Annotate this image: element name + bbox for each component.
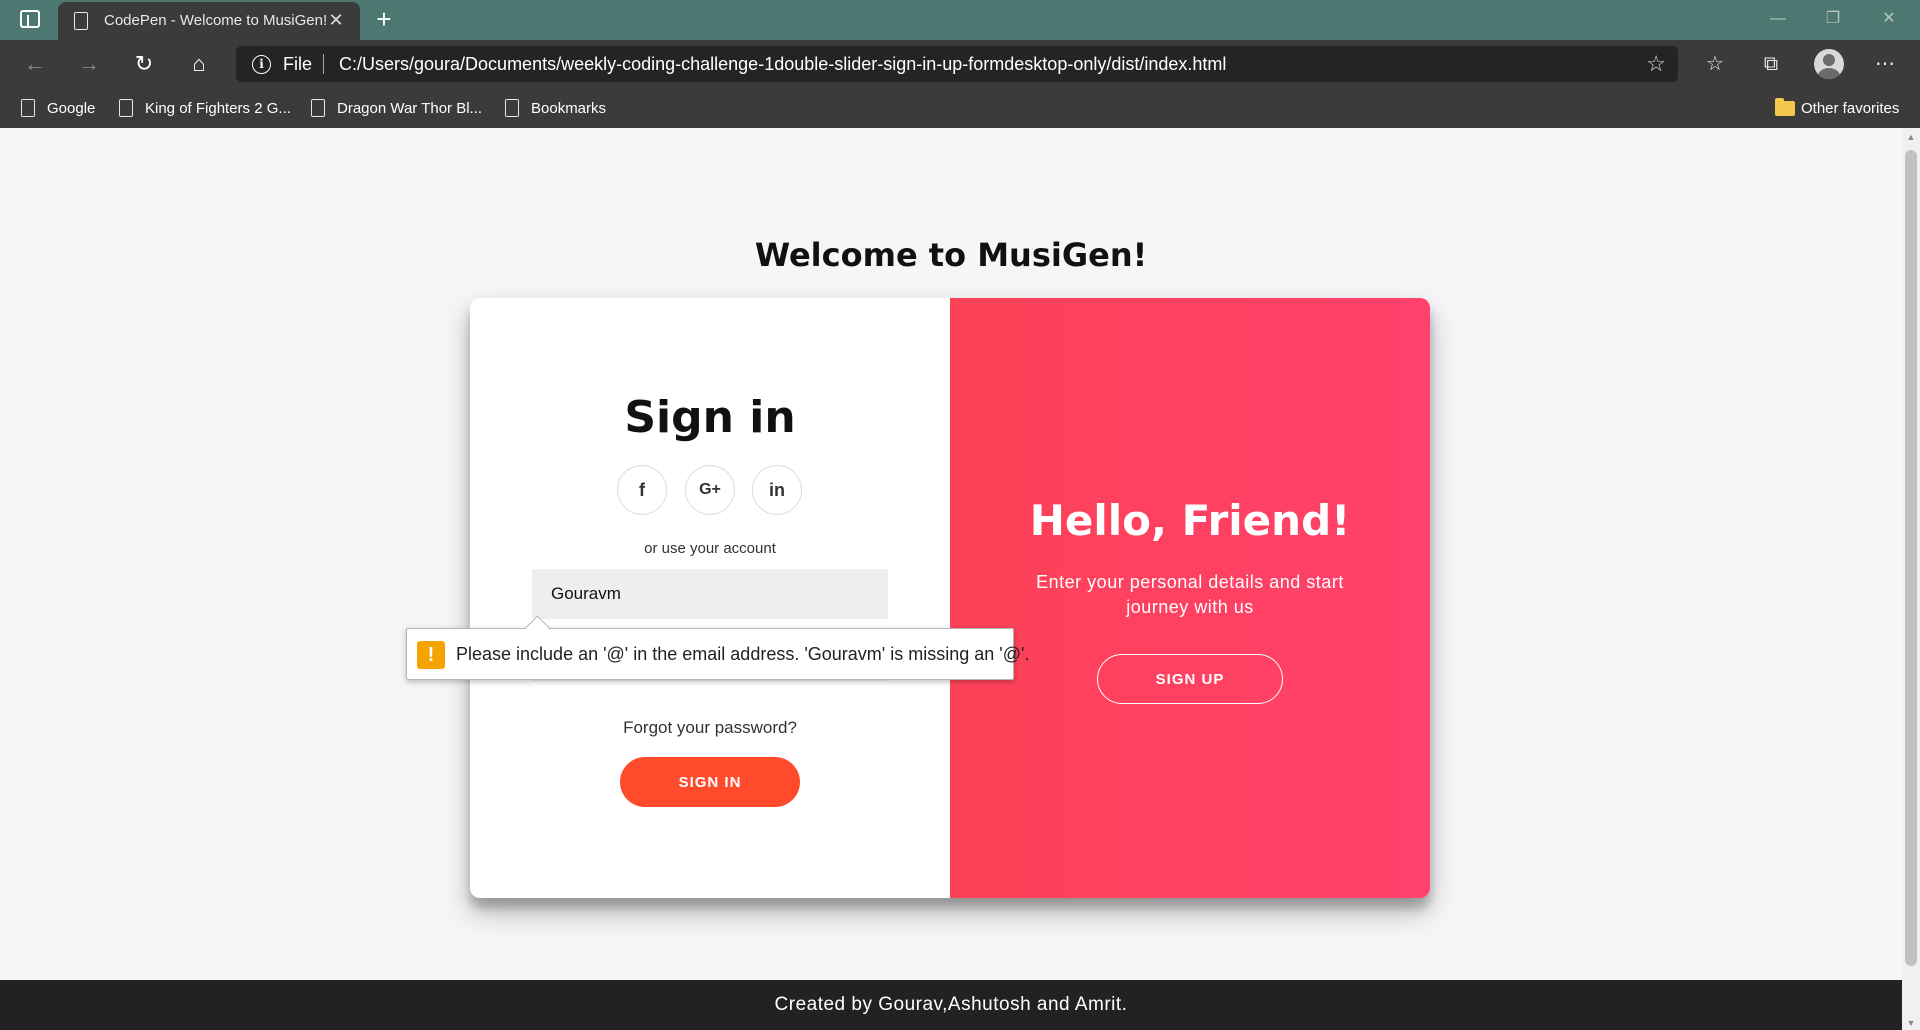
overlay-panel: Hello, Friend! Enter your personal detai… xyxy=(950,298,1430,898)
new-tab-button[interactable]: + xyxy=(370,6,398,34)
add-favorite-icon[interactable]: ☆ xyxy=(1646,51,1666,77)
scroll-up-icon[interactable]: ▲ xyxy=(1906,132,1916,142)
favorites-icon[interactable]: ☆ xyxy=(1700,49,1730,79)
linkedin-icon[interactable]: in xyxy=(752,465,802,515)
facebook-icon[interactable]: f xyxy=(617,465,667,515)
email-input[interactable] xyxy=(532,569,888,619)
address-bar[interactable]: i File C:/Users/goura/Documents/weekly-c… xyxy=(236,46,1678,82)
google-plus-icon[interactable]: G+ xyxy=(685,465,735,515)
more-menu-icon[interactable]: ⋯ xyxy=(1870,49,1900,79)
page-title: Welcome to MusiGen! xyxy=(754,236,1148,274)
sign-up-button[interactable]: SIGN UP xyxy=(1097,654,1283,704)
tab-title: CodePen - Welcome to MusiGen! xyxy=(104,12,328,29)
bookmark-label: Dragon War Thor Bl... xyxy=(337,100,483,117)
bookmark-label: King of Fighters 2 G... xyxy=(145,100,291,117)
address-separator xyxy=(323,54,324,74)
scroll-down-icon[interactable]: ▼ xyxy=(1906,1018,1916,1028)
browser-tab[interactable]: CodePen - Welcome to MusiGen! ✕ xyxy=(58,2,360,40)
collections-icon[interactable]: ⧉ xyxy=(1756,49,1786,79)
tab-bar: CodePen - Welcome to MusiGen! ✕ + — ❐ ✕ xyxy=(0,0,1920,40)
validation-message: Please include an '@' in the email addre… xyxy=(456,644,1030,664)
page-icon xyxy=(311,99,325,117)
page-icon xyxy=(74,12,88,30)
page-icon xyxy=(21,99,35,117)
home-icon[interactable]: ⌂ xyxy=(184,49,214,79)
forgot-password-link[interactable]: Forgot your password? xyxy=(470,718,950,738)
close-window-button[interactable]: ✕ xyxy=(1874,6,1904,32)
footer: Created by Gourav,Ashutosh and Amrit. xyxy=(0,980,1902,1030)
browser-toolbar: ← → ↻ ⌂ i File C:/Users/goura/Documents/… xyxy=(0,40,1920,88)
page-icon xyxy=(119,99,133,117)
bookmark-label: Google xyxy=(47,100,96,117)
signin-panel: Sign in f G+ in or use your account Forg… xyxy=(470,298,950,898)
forward-arrow-icon[interactable]: → xyxy=(74,49,104,79)
sign-in-button[interactable]: SIGN IN xyxy=(620,757,800,807)
refresh-icon[interactable]: ↻ xyxy=(129,49,159,79)
folder-icon xyxy=(1775,98,1795,116)
page-content: Welcome to MusiGen! Sign in f G+ in or u… xyxy=(0,128,1902,1030)
address-scheme: File xyxy=(283,54,313,74)
tab-actions-icon[interactable] xyxy=(20,10,40,28)
overlay-title: Hello, Friend! xyxy=(1029,496,1351,545)
auth-card: Sign in f G+ in or use your account Forg… xyxy=(470,298,1430,898)
warning-icon: ! xyxy=(417,641,445,669)
back-arrow-icon[interactable]: ← xyxy=(20,49,50,79)
restore-button[interactable]: ❐ xyxy=(1818,6,1848,32)
bookmark-label: Bookmarks xyxy=(531,100,607,117)
page-icon xyxy=(505,99,519,117)
address-url[interactable]: C:/Users/goura/Documents/weekly-coding-c… xyxy=(339,54,1226,75)
bookmarks-bar: Google King of Fighters 2 G... Dragon Wa… xyxy=(0,88,1920,128)
vertical-scrollbar[interactable]: ▲ ▼ xyxy=(1902,128,1920,1030)
other-favorites-label: Other favorites xyxy=(1801,100,1900,117)
profile-avatar[interactable] xyxy=(1814,49,1844,79)
overlay-subtitle: Enter your personal details and start jo… xyxy=(1036,572,1344,617)
validation-tooltip: ! Please include an '@' in the email add… xyxy=(406,628,1029,680)
signin-title: Sign in xyxy=(624,392,796,443)
scroll-thumb[interactable] xyxy=(1905,150,1917,966)
or-use-account-text: or use your account xyxy=(644,540,776,557)
minimize-button[interactable]: — xyxy=(1763,6,1793,32)
tab-close-icon[interactable]: ✕ xyxy=(326,10,346,30)
info-icon[interactable]: i xyxy=(252,55,271,74)
